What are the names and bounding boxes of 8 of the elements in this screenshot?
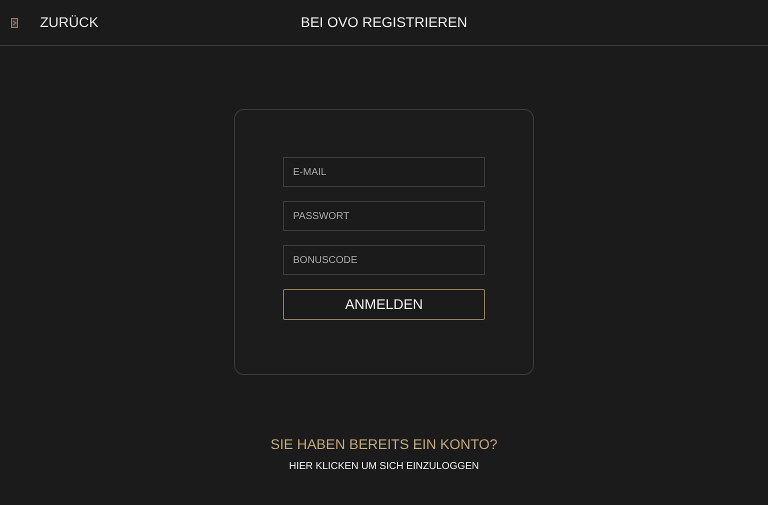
login-link[interactable]: HIER KLICKEN UM SICH EINZULOGGEN: [288, 459, 480, 474]
submit-button[interactable]: ANMELDEN: [283, 289, 485, 320]
account-question: SIE HABEN BEREITS EIN KONTO?: [270, 435, 498, 454]
input-field[interactable]: PASSWORT: [283, 201, 485, 231]
input-field[interactable]: BONUSCODE: [283, 245, 485, 275]
input-field[interactable]: E-MAIL: [283, 157, 485, 187]
back-link[interactable]: ZURÜCK: [40, 12, 98, 33]
page-title: BEI OVO REGISTRIEREN: [300, 13, 468, 32]
